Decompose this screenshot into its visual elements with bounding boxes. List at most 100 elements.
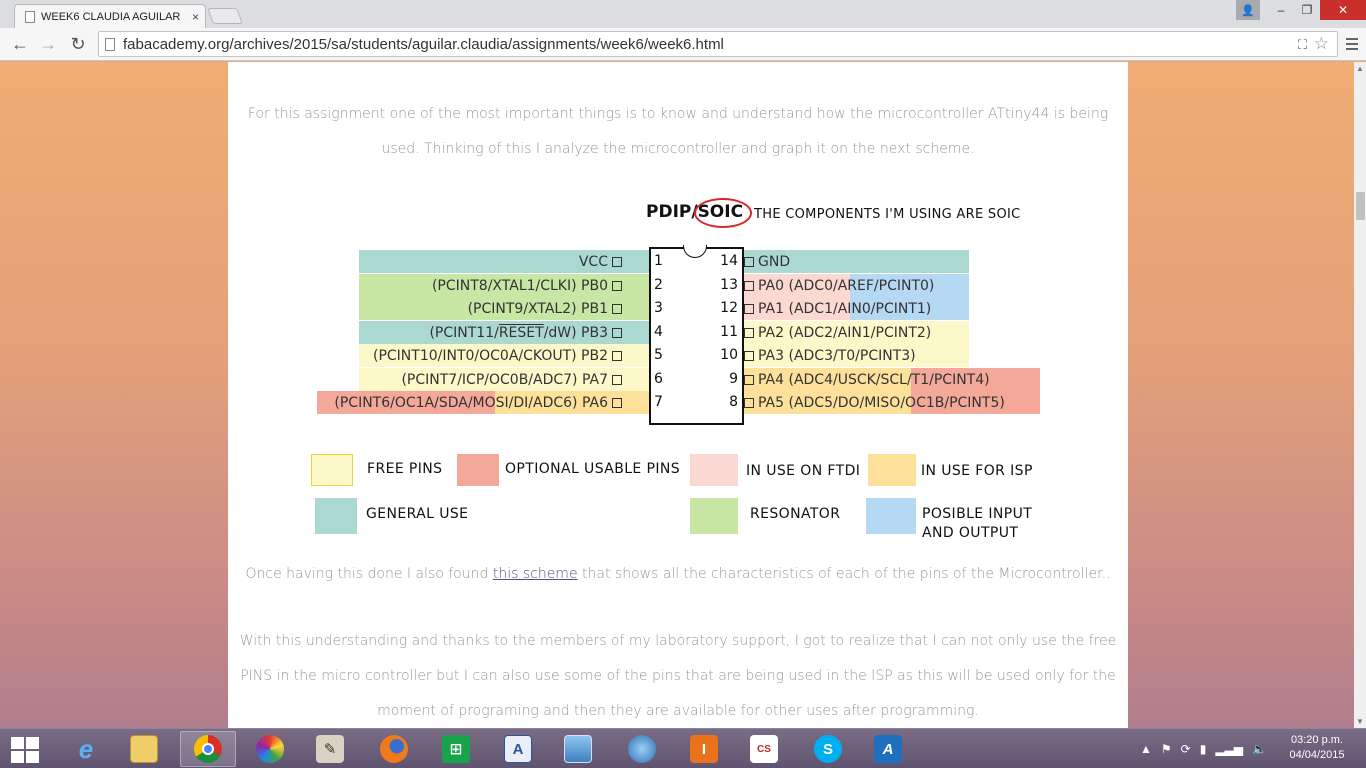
earth-browser-icon[interactable] — [614, 731, 670, 767]
pad-icon — [744, 280, 754, 291]
pin-number-4: 4 — [654, 324, 663, 340]
pad-icon — [744, 303, 754, 314]
pin-number-2: 2 — [654, 277, 663, 293]
found-paragraph: Once having this done I also found this … — [245, 566, 1111, 582]
battery-icon[interactable]: ▮ — [1200, 742, 1207, 756]
pin-label-3: (PCINT9/XTAL2) PB1 — [228, 297, 626, 320]
pin-number-11: 11 — [720, 324, 738, 340]
pad-icon — [744, 397, 754, 408]
legend-in-use-ftdi: IN USE ON FTDI — [746, 463, 861, 479]
volume-icon[interactable]: 🔈 — [1252, 742, 1267, 756]
intro-paragraph: For this assignment one of the most impo… — [228, 97, 1128, 167]
bookmark-star-icon[interactable]: ☆ — [1314, 34, 1329, 54]
pin-label-7: (PCINT6/OC1A/SDA/MOSI/DI/ADC6) PA6 — [228, 391, 626, 414]
clock-date: 04/04/2015 — [1289, 749, 1345, 761]
pad-icon — [744, 256, 754, 267]
internet-explorer-icon[interactable]: e — [58, 731, 114, 767]
pin-number-10: 10 — [720, 347, 738, 363]
legend-swatch-free-pins — [311, 454, 353, 486]
autodesk-icon[interactable]: A — [860, 731, 916, 767]
forward-button[interactable]: → — [36, 33, 60, 55]
pin-label-8: PA5 (ADC5/DO/MISO/OC1B/PCINT5) — [740, 391, 1005, 414]
pad-icon — [744, 374, 754, 385]
pin-label-9: PA4 (ADC4/USCK/SCL/T1/PCINT4) — [740, 368, 990, 391]
pin-number-1: 1 — [654, 253, 663, 269]
scroll-thumb[interactable] — [1356, 192, 1365, 220]
pad-icon — [744, 350, 754, 361]
this-scheme-link[interactable]: this scheme — [493, 566, 578, 582]
system-clock[interactable]: 03:20 p.m. 04/04/2015 — [1286, 733, 1348, 763]
menu-icon[interactable] — [1344, 35, 1360, 53]
legend-swatch-ftdi — [690, 454, 738, 486]
maximize-button[interactable]: ❐ — [1294, 0, 1320, 20]
scroll-down-icon[interactable]: ▼ — [1356, 717, 1364, 726]
picasa-icon[interactable] — [242, 731, 298, 767]
legend-swatch-posible-io — [866, 498, 916, 534]
scanner-icon[interactable]: ✎ — [302, 731, 358, 767]
vertical-scrollbar[interactable]: ▲ ▼ — [1354, 62, 1366, 728]
soic-highlight-circle — [694, 198, 752, 228]
legend-in-use-isp: IN USE FOR ISP — [921, 463, 1033, 479]
pin-label-2: (PCINT8/XTAL1/CLKI) PB0 — [228, 274, 626, 297]
system-tray: ▲ ⚑ ⟳ ▮ ▂▃▅ 🔈 — [1140, 729, 1267, 768]
pin-number-7: 7 — [654, 394, 663, 410]
skype-icon[interactable]: S — [800, 731, 856, 767]
legend-posible-io: POSIBLE INPUT AND OUTPUT — [922, 506, 1033, 541]
clock-time: 03:20 p.m. — [1291, 734, 1343, 746]
legend-swatch-resonator — [690, 498, 738, 534]
word-icon[interactable]: A — [490, 731, 546, 767]
page-icon — [25, 10, 35, 23]
tab-title: WEEK6 CLAUDIA AGUILAR — [41, 10, 181, 23]
translate-icon[interactable]: ⛶ — [1298, 37, 1307, 53]
attiny44-pinout-scheme: PDIP/SOIC THE COMPONENTS I'M USING ARE S… — [228, 192, 1128, 552]
legend-general-use: GENERAL USE — [366, 506, 469, 522]
pad-icon — [612, 280, 622, 291]
pad-icon — [612, 397, 622, 408]
package-note: THE COMPONENTS I'M USING ARE SOIC — [754, 207, 1021, 222]
start-button[interactable] — [10, 735, 40, 763]
cs-eagle-icon[interactable]: CS — [736, 731, 792, 767]
pin-label-5: (PCINT10/INT0/OC0A/CKOUT) PB2 — [228, 344, 626, 367]
pad-icon — [612, 350, 622, 361]
legend-optional-usable: OPTIONAL USABLE PINS — [505, 461, 681, 477]
url-text[interactable]: fabacademy.org/archives/2015/sa/students… — [123, 36, 724, 53]
photo-viewer-icon[interactable] — [550, 731, 606, 767]
pad-icon — [612, 256, 622, 267]
pad-icon — [744, 327, 754, 338]
user-icon[interactable]: 👤 — [1236, 0, 1260, 20]
reload-button[interactable]: ↻ — [66, 33, 90, 55]
illustrator-pro-icon[interactable]: I — [676, 731, 732, 767]
page-viewport: For this assignment one of the most impo… — [0, 62, 1354, 728]
pad-icon — [612, 374, 622, 385]
pin-label-11: PA2 (ADC2/AIN1/PCINT2) — [740, 321, 931, 344]
chrome-icon[interactable] — [180, 731, 236, 767]
scroll-up-icon[interactable]: ▲ — [1356, 64, 1364, 73]
show-hidden-icons-icon[interactable]: ▲ — [1140, 742, 1152, 756]
back-button[interactable]: ← — [8, 33, 32, 55]
firefox-icon[interactable] — [366, 731, 422, 767]
address-bar[interactable]: fabacademy.org/archives/2015/sa/students… — [98, 31, 1338, 57]
pin-number-5: 5 — [654, 347, 663, 363]
legend-swatch-optional — [457, 454, 499, 486]
pin-number-12: 12 — [720, 300, 738, 316]
pad-icon — [612, 327, 622, 338]
browser-tab[interactable]: WEEK6 CLAUDIA AGUILAR × — [14, 4, 206, 28]
file-explorer-icon[interactable] — [116, 731, 172, 767]
pin-label-14: GND — [740, 250, 790, 273]
close-tab-icon[interactable]: × — [192, 10, 199, 24]
browser-toolbar: ← → ↻ fabacademy.org/archives/2015/sa/st… — [0, 28, 1366, 61]
new-tab-button[interactable] — [207, 8, 243, 24]
network-signal-icon[interactable]: ▂▃▅ — [1215, 742, 1243, 756]
close-window-button[interactable]: ✕ — [1320, 0, 1366, 20]
minimize-button[interactable]: – — [1268, 0, 1294, 20]
legend-swatch-isp — [868, 454, 916, 486]
store-icon[interactable]: ⊞ — [428, 731, 484, 767]
pin-number-8: 8 — [729, 394, 738, 410]
flag-icon[interactable]: ⚑ — [1161, 742, 1172, 756]
update-icon[interactable]: ⟳ — [1181, 742, 1191, 756]
article-content: For this assignment one of the most impo… — [228, 62, 1128, 728]
pin-number-13: 13 — [720, 277, 738, 293]
legend-resonator: RESONATOR — [750, 506, 841, 522]
legend-free-pins: FREE PINS — [367, 461, 443, 477]
pad-icon — [612, 303, 622, 314]
